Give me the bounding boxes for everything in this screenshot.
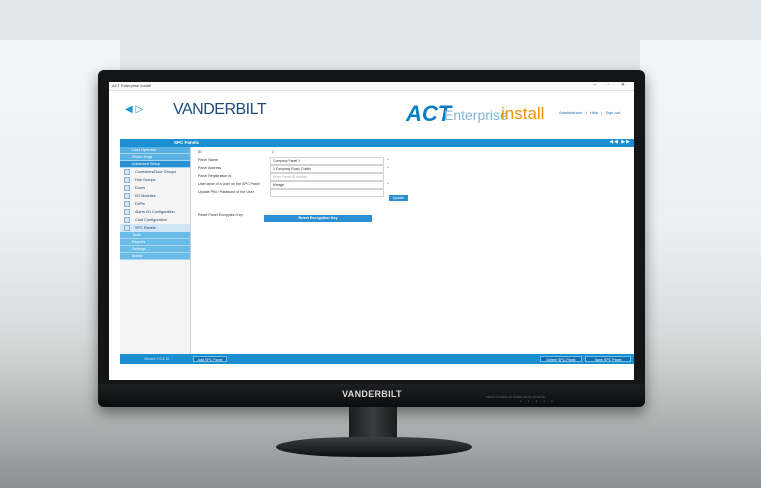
- required-marker: *: [387, 181, 389, 186]
- id-value: 1: [270, 149, 382, 155]
- hub-groups-icon: [124, 177, 130, 183]
- background-window-right: [640, 40, 761, 340]
- delete-spc-panel-button[interactable]: Delete SPC Panel: [540, 356, 582, 362]
- field-label: Panel Registration Id: [198, 174, 232, 178]
- bezel-logo: VANDERBILT: [342, 389, 402, 399]
- sign-out-link[interactable]: Sign out: [605, 110, 620, 115]
- monitor-stand-base: [276, 437, 472, 457]
- field-label: Update PIN / Password of the User: [198, 190, 254, 194]
- sidebar: User Operator Visitor Mngt Advanced Setu…: [120, 147, 191, 354]
- version-label: Version 7.0.4.10: [144, 357, 170, 361]
- panel-name-input[interactable]: Company Panel 1: [270, 157, 384, 165]
- footer-spacer: [109, 364, 634, 380]
- footer-bar: Version 7.0.4.10 Add SPC Panel Delete SP…: [120, 354, 634, 364]
- field-label: Username of a User on the SPC Panel: [198, 182, 260, 186]
- sidebar-section-settings[interactable]: Settings: [120, 246, 190, 253]
- bezel-dots: •••••: [520, 399, 559, 405]
- pager-icon[interactable]: ◀◀ ▶▶: [609, 139, 631, 145]
- reset-encryption-key-button[interactable]: Reset Encryption Key: [264, 215, 372, 222]
- sidebar-item-dvrs[interactable]: DVRs: [120, 200, 190, 208]
- sidebar-item-spc-panels[interactable]: SPC Panels: [120, 224, 190, 232]
- sidebar-item-card-config[interactable]: Card Configuration: [120, 216, 190, 224]
- sidebar-section-tools[interactable]: Tools: [120, 232, 190, 239]
- section-titlebar: SPC Panels ◀◀ ▶▶: [120, 139, 634, 147]
- sidebar-item-alarm-config[interactable]: Alarm I/O Configuration: [120, 208, 190, 216]
- add-spc-panel-button[interactable]: Add SPC Panel: [193, 356, 227, 362]
- link-separator: |: [601, 110, 603, 115]
- sidebar-item-hub-groups[interactable]: Hub Groups: [120, 176, 190, 184]
- field-label: Panel Address: [198, 166, 222, 170]
- help-link[interactable]: Help: [590, 110, 598, 115]
- sidebar-item-label: SPC Panels: [135, 226, 156, 230]
- product-install: install: [501, 104, 545, 123]
- required-marker: *: [387, 165, 389, 170]
- window-controls[interactable]: – ▫ ✕: [593, 82, 630, 88]
- sidebar-item-label: Alarm I/O Configuration: [135, 210, 175, 214]
- spc-panel-icon: [124, 225, 130, 231]
- pin-password-input[interactable]: [270, 189, 384, 197]
- sidebar-item-label: I/O Modules: [135, 194, 156, 198]
- sidebar-section-user-operator[interactable]: User Operator: [120, 147, 190, 154]
- sidebar-item-label: Card Configuration: [135, 218, 167, 222]
- window-title: ACT Enterprise Install: [112, 83, 151, 88]
- sidebar-item-doors[interactable]: Doors: [120, 184, 190, 192]
- header-links: Administrator | Help | Sign out: [559, 110, 622, 115]
- app-header: ◀ ▷ VANDERBILT ACT Enterprise install Ad…: [109, 91, 634, 136]
- sidebar-item-label: Doors: [135, 186, 146, 190]
- sidebar-item-label: DVRs: [135, 202, 145, 206]
- app-screen: ACT Enterprise Install – ▫ ✕ ◀ ▷ VANDERB…: [109, 82, 634, 380]
- field-label: Reset Panel Encryption Key: [198, 213, 243, 217]
- sidebar-section-admin[interactable]: Admin: [120, 253, 190, 260]
- required-marker: *: [387, 157, 389, 162]
- alarm-config-icon: [124, 209, 130, 215]
- io-module-icon: [124, 193, 130, 199]
- update-button[interactable]: Update: [389, 195, 408, 201]
- field-label: ID: [198, 150, 202, 154]
- username-input[interactable]: Mmagn: [270, 181, 384, 189]
- field-label: Panel Name: [198, 158, 218, 162]
- sidebar-item-label: Hub Groups: [135, 178, 156, 182]
- sidebar-section-visitor-mngt[interactable]: Visitor Mngt: [120, 154, 190, 161]
- save-spc-panel-button[interactable]: Save SPC Panel: [585, 356, 631, 362]
- sidebar-section-reports[interactable]: Reports: [120, 239, 190, 246]
- page-title: SPC Panels: [174, 140, 200, 145]
- product-enterprise: Enterprise: [444, 107, 508, 123]
- link-separator: |: [585, 110, 587, 115]
- dvr-icon: [124, 201, 130, 207]
- administrator-link[interactable]: Administrator: [559, 110, 583, 115]
- sidebar-item-io-modules[interactable]: I/O Modules: [120, 192, 190, 200]
- card-config-icon: [124, 217, 130, 223]
- main-form: ID 1 Panel Name Company Panel 1 * Panel …: [191, 147, 634, 354]
- door-icon: [124, 185, 130, 191]
- sidebar-item-controller-groups[interactable]: Controllers/Door Groups: [120, 168, 190, 176]
- sidebar-item-label: Controllers/Door Groups: [135, 170, 177, 174]
- sidebar-section-advanced-setup[interactable]: Advanced Setup: [120, 161, 190, 168]
- registration-id-input[interactable]: Enter Panel ID number: [270, 173, 384, 181]
- panel-address-input[interactable]: 1 Company Road, Dublin: [270, 165, 384, 173]
- controller-groups-icon: [124, 169, 130, 175]
- vanderbilt-logo: VANDERBILT: [173, 101, 267, 118]
- monitor-stand-neck: [349, 407, 397, 441]
- nav-arrows-icon[interactable]: ◀ ▷: [125, 104, 143, 115]
- window-titlebar: ACT Enterprise Install – ▫ ✕: [109, 82, 634, 91]
